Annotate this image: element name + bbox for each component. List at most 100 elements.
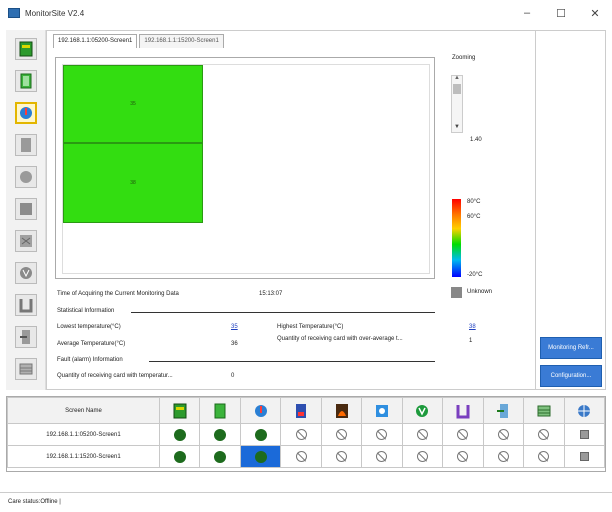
receiving-card-tool-icon[interactable] [15,38,37,60]
app-icon [8,8,20,18]
module-icon [214,403,226,418]
status-cell[interactable] [280,445,322,468]
status-cell[interactable] [482,423,525,446]
screen-name-header[interactable]: Screen Name [7,397,160,424]
not-available-icon [295,451,307,462]
col-cabinet-door[interactable] [442,397,484,424]
status-cell[interactable] [442,423,484,446]
tab-screen1-15200[interactable]: 192.168.1.1:15200-Screen1 [139,34,224,48]
detail-grid-icon [579,452,589,461]
humidity-tool-icon[interactable] [15,134,37,156]
status-cell[interactable] [320,445,363,468]
status-cell[interactable] [158,445,201,468]
not-available-icon [497,429,509,440]
col-fan[interactable] [361,397,403,424]
status-bar: Care status:Offline | [0,492,612,512]
not-available-icon [416,451,428,462]
col-module[interactable] [199,397,241,424]
status-cell[interactable] [563,445,606,468]
status-cell[interactable] [563,423,606,446]
col-receiving-card[interactable] [158,397,201,424]
temperature-icon [254,404,267,417]
configuration-button[interactable]: Configuration... [540,365,602,387]
not-available-icon [336,451,348,462]
receiving-card-block[interactable]: 38 [63,143,203,223]
table-row[interactable]: 192.168.1.1:05200-Screen1 [7,423,606,446]
status-cell[interactable] [280,423,322,446]
module-tool-icon[interactable] [15,70,37,92]
not-available-icon [538,429,550,440]
acquire-time-value: 15:13:07 [259,291,283,297]
zoom-slider[interactable]: ▲ ▼ [451,75,463,133]
status-cell[interactable] [239,423,282,446]
col-humidity[interactable] [280,397,322,424]
minimize-button[interactable]: – [510,0,544,26]
zoom-up-icon[interactable]: ▲ [454,75,460,81]
power-tool-icon[interactable] [15,326,37,348]
zoom-label: Zooming [452,55,476,61]
cabinet-tool-icon[interactable] [15,230,37,252]
close-button[interactable]: ✕ [578,0,612,26]
highest-temp-label: Highest Temperature(°C) [277,324,344,330]
not-available-icon [376,429,388,440]
lowest-temp-value[interactable]: 35 [231,324,238,330]
col-monitoring-card[interactable] [523,397,565,424]
status-ok-icon [173,428,186,441]
fault-quantity-value: 0 [231,373,235,379]
fan-tool-icon[interactable] [15,198,37,220]
screen-canvas: 35 38 [55,57,435,279]
highest-temp-value[interactable]: 38 [469,324,476,330]
status-cell[interactable] [199,423,241,446]
status-ok-icon [173,450,186,463]
average-temp-label: Average Temperature(°C) [57,341,126,347]
receiving-card-icon [173,403,187,418]
status-cell[interactable] [199,445,241,468]
fault-section-title: Fault (alarm) Information [57,357,123,363]
status-cell-selected[interactable] [239,445,282,468]
screen-status-table: Screen Name 192.168.1.1:05200-Screen1 19… [6,396,606,472]
average-temp-value: 36 [231,341,238,347]
legend-label-min: -20°C [467,272,483,278]
temperature-tool-icon[interactable] [15,102,37,124]
col-smoke[interactable] [320,397,363,424]
status-cell[interactable] [442,445,484,468]
over-average-label: Quantity of receiving card with over-ave… [277,336,403,342]
monitoring-card-tool-icon[interactable] [15,358,37,380]
col-power[interactable] [482,397,525,424]
col-network[interactable] [563,397,606,424]
care-status-text: Care status:Offline | [8,499,61,505]
voltage-tool-icon[interactable] [15,262,37,284]
col-temperature[interactable] [239,397,282,424]
status-cell[interactable] [401,445,444,468]
status-cell[interactable] [482,445,525,468]
receiving-card-block[interactable]: 35 [63,65,203,143]
cabinet-door-icon [456,404,470,418]
status-cell[interactable] [320,423,363,446]
maximize-button[interactable]: ☐ [544,0,578,26]
not-available-icon [457,451,469,462]
zoom-down-icon[interactable]: ▼ [454,124,460,130]
table-row[interactable]: 192.168.1.1:15200-Screen1 [7,445,606,468]
over-average-value: 1 [469,338,473,344]
monitoring-refresh-button[interactable]: Monitoring Refr... [540,337,602,359]
status-cell[interactable] [158,423,201,446]
status-cell[interactable] [361,423,403,446]
tab-screen1-05200[interactable]: 192.168.1.1:05200-Screen1 [53,34,138,48]
door-tool-icon[interactable] [15,294,37,316]
col-voltage[interactable] [401,397,444,424]
not-available-icon [538,451,550,462]
screen-canvas-area: 35 38 [62,64,430,274]
status-cell[interactable] [361,445,403,468]
status-cell[interactable] [401,423,444,446]
smoke-tool-icon[interactable] [15,166,37,188]
acquire-time-label: Time of Acquiring the Current Monitoring… [57,291,179,297]
zoom-value: 1.40 [470,137,482,143]
screen-name-cell: 192.168.1.1:15200-Screen1 [7,445,160,468]
zoom-slider-thumb[interactable] [453,84,461,94]
not-available-icon [295,429,307,440]
not-available-icon [416,429,428,440]
status-cell[interactable] [523,423,565,446]
legend-label-unknown: Unknown [467,289,493,295]
status-cell[interactable] [523,445,565,468]
smoke-icon [335,403,348,418]
